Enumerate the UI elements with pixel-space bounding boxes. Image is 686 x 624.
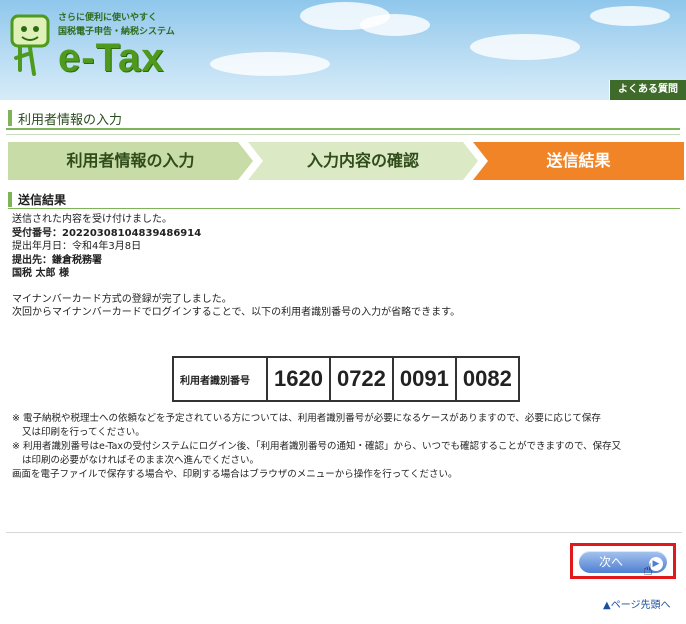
hand-cursor-icon: ☝ — [643, 560, 653, 579]
result-content: 送信された内容を受け付けました。 受付番号：202203081048394869… — [12, 213, 680, 320]
step-result-current: 送信結果 — [473, 142, 684, 180]
cloud-decoration — [360, 14, 430, 36]
section-accent-bar — [8, 192, 12, 207]
up-arrow-icon: ▲ — [603, 600, 611, 611]
next-button[interactable]: 次へ ▶ — [579, 551, 667, 573]
note-line: は印刷の必要がなければそのまま次へ進んでください。 — [22, 455, 260, 466]
tax-office: 提出先：鎌倉税務署 — [12, 254, 102, 266]
note-line: 又は印刷を行ってください。 — [22, 427, 145, 438]
page-title-bar: 利用者情報の入力 — [6, 104, 680, 130]
user-id-part: 1620 — [266, 358, 329, 400]
next-button-highlight: 次へ ▶ — [570, 543, 676, 579]
etax-logo[interactable]: e-Tax — [58, 36, 165, 81]
receipt-number: 受付番号：20220308104839486914 — [12, 227, 202, 239]
notes: ※ 電子納税や税理士への依頼などを予定されている方については、利用者識別番号が必… — [12, 412, 676, 482]
cloud-decoration — [590, 6, 670, 26]
etax-mascot-icon — [10, 14, 50, 76]
user-id-part: 0091 — [391, 358, 455, 400]
user-id-part: 0722 — [328, 358, 392, 400]
step-confirm: 入力内容の確認 — [248, 142, 478, 180]
login-hint-message: 次回からマイナンバーカードでログインすることで、以下の利用者識別番号の入力が省略… — [12, 307, 461, 318]
title-accent-bar — [8, 110, 12, 126]
next-button-label: 次へ — [599, 555, 624, 569]
page-title: 利用者情報の入力 — [18, 113, 123, 128]
faq-link[interactable]: よくある質問 — [609, 80, 686, 100]
divider — [6, 532, 682, 533]
progress-steps: 利用者情報の入力 入力内容の確認 送信結果 — [8, 142, 684, 180]
user-id-label: 利用者識別番号 — [180, 375, 250, 387]
note-line: ※ 利用者識別番号はe-Taxの受付システムにログイン後、「利用者識別番号の通知… — [12, 441, 622, 452]
user-id-box: 利用者識別番号 1620 0722 0091 0082 — [172, 356, 520, 402]
registration-complete-message: マイナンバーカード方式の登録が完了しました。 — [12, 293, 232, 305]
header-banner: さらに便利に使いやすく 国税電子申告・納税システム e-Tax よくある質問 — [0, 0, 686, 100]
logo-tagline: さらに便利に使いやすく — [58, 13, 158, 23]
note-line: ※ 電子納税や税理士への依頼などを予定されている方については、利用者識別番号が必… — [12, 413, 601, 424]
section-header: 送信結果 — [8, 190, 680, 209]
accepted-message: 送信された内容を受け付けました。 — [12, 214, 172, 225]
section-title: 送信結果 — [18, 193, 67, 207]
cloud-decoration — [470, 34, 580, 60]
note-line: 画面を電子ファイルで保存する場合や、印刷する場合はブラウザのメニューから操作を行… — [12, 469, 458, 480]
page-top-label: ページ先頭へ — [610, 600, 671, 611]
submission-date: 提出年月日：令和4年3月8日 — [12, 241, 142, 252]
cloud-decoration — [210, 52, 330, 76]
user-id-part: 0082 — [454, 358, 518, 400]
taxpayer-name: 国税 太郎 様 — [12, 268, 69, 279]
step-user-info: 利用者情報の入力 — [8, 142, 253, 180]
page-top-link[interactable]: ▲ページ先頭へ — [603, 596, 671, 611]
divider — [6, 134, 680, 135]
